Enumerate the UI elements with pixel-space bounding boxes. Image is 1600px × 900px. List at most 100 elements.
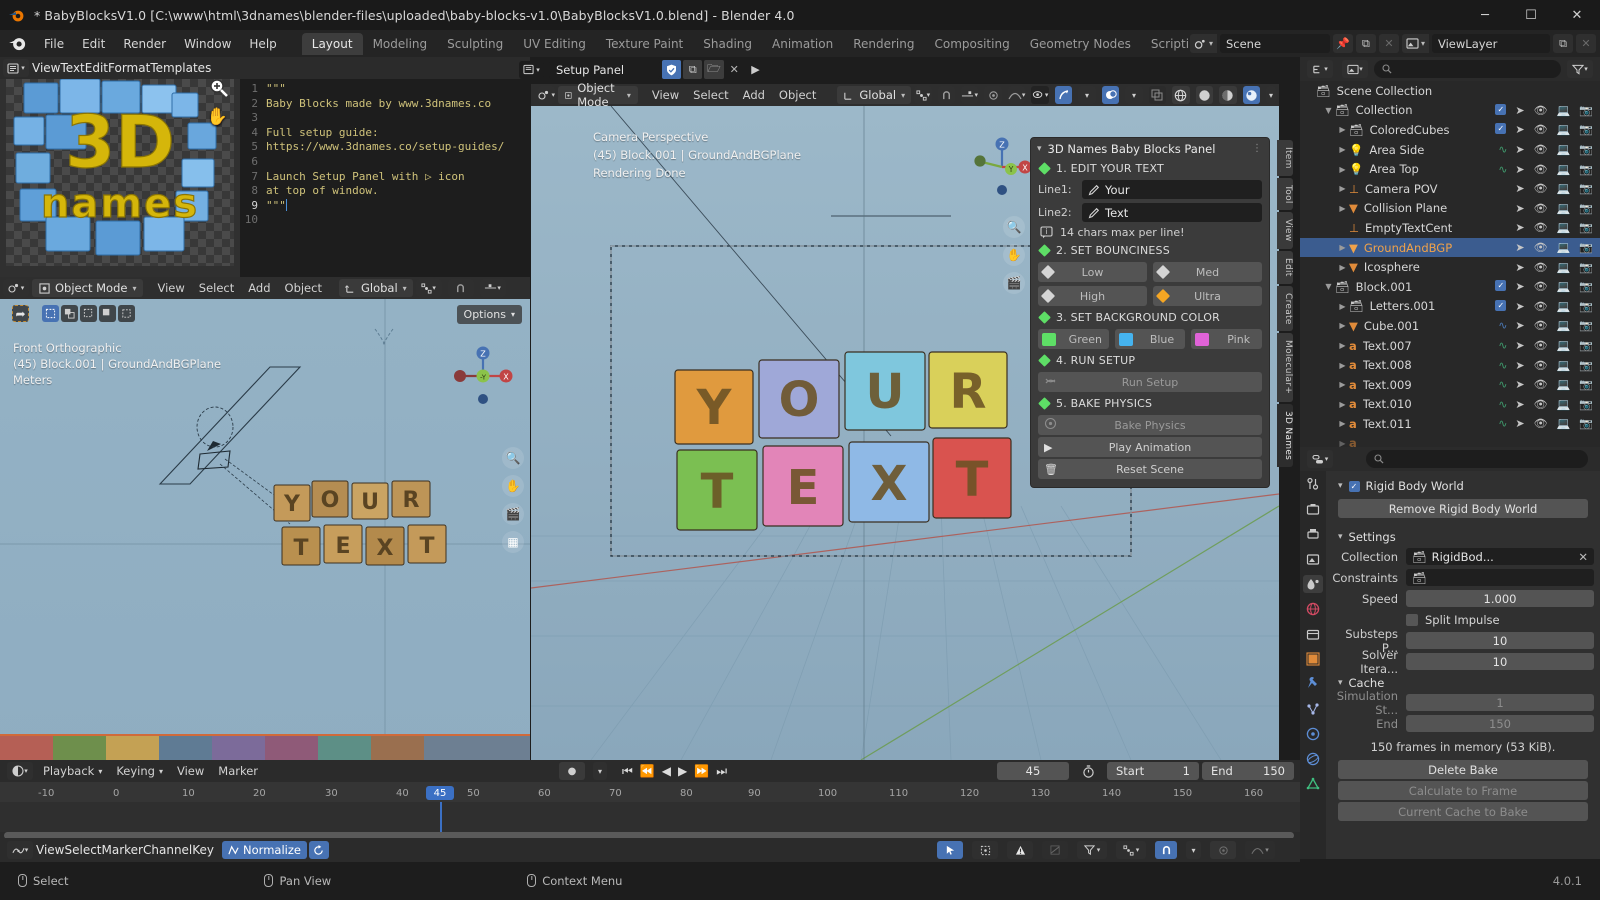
outliner-row-partial[interactable]: ▶ a bbox=[1300, 434, 1600, 447]
outliner-row-area-side[interactable]: ▶ 💡 Area Side ∿ ➤ 👁 💻 📷 bbox=[1300, 140, 1600, 160]
line1-input[interactable]: Your bbox=[1082, 180, 1262, 199]
npanel-tab-molecular[interactable]: Molecular+ bbox=[1277, 333, 1293, 402]
viewport-left-menu-select[interactable]: Select bbox=[192, 279, 241, 297]
workspace-tab-compositing[interactable]: Compositing bbox=[924, 33, 1019, 55]
solid-shading-icon[interactable] bbox=[1195, 86, 1214, 104]
prev-keyframe-icon[interactable]: ⏪ bbox=[640, 764, 655, 778]
outliner-row-icosphere[interactable]: ▶ ▼ Icosphere ➤ 👁 💻 📷 bbox=[1300, 257, 1600, 277]
camera-render-icon[interactable]: 📷 bbox=[1579, 359, 1593, 372]
bounciness-low-button[interactable]: Low bbox=[1038, 262, 1147, 282]
restrict-select-icon[interactable]: ➤ bbox=[1515, 319, 1524, 332]
dopesheet-menu-marker[interactable]: Marker bbox=[102, 843, 143, 857]
text-menu-view[interactable]: View bbox=[32, 61, 60, 75]
panel-drag-handle[interactable]: ⋮ bbox=[1252, 143, 1263, 154]
play-icon[interactable]: ▶ bbox=[678, 764, 687, 778]
workspace-tab-modeling[interactable]: Modeling bbox=[363, 33, 438, 55]
outliner-row-text009[interactable]: ▶ a Text.009 ∿ ➤ 👁 💻 📷 bbox=[1300, 375, 1600, 395]
pin-scene-icon[interactable]: 📌 bbox=[1332, 34, 1353, 53]
current-frame-field[interactable]: 45 bbox=[997, 762, 1069, 780]
blender-menu-icon[interactable] bbox=[8, 33, 30, 55]
outliner-row-area-top[interactable]: ▶ 💡 Area Top ∿ ➤ 👁 💻 📷 bbox=[1300, 159, 1600, 179]
restrict-select-icon[interactable]: ➤ bbox=[1515, 241, 1524, 254]
visibility-icon[interactable]: ▾ bbox=[1031, 86, 1049, 104]
timeline-editor-type-icon[interactable]: ▾ bbox=[7, 762, 33, 780]
settings-section-header[interactable]: ▾ Settings bbox=[1332, 526, 1594, 546]
disclosure-triangle-icon[interactable]: ▶ bbox=[1336, 145, 1349, 154]
shield-icon[interactable] bbox=[661, 60, 682, 79]
camera-render-icon[interactable]: 📷 bbox=[1579, 221, 1593, 234]
viewport-left-mode[interactable]: Object Mode bbox=[55, 281, 127, 295]
delete-bake-button[interactable]: Delete Bake bbox=[1338, 760, 1588, 779]
outliner-row-text011[interactable]: ▶ a Text.011 ∿ ➤ 👁 💻 📷 bbox=[1300, 414, 1600, 434]
monitor-icon[interactable]: 💻 bbox=[1557, 123, 1571, 136]
menu-window[interactable]: Window bbox=[175, 34, 240, 54]
checkbox-icon[interactable]: ✓ bbox=[1495, 103, 1507, 115]
camera-render-icon[interactable]: 📷 bbox=[1579, 339, 1593, 352]
timeline-menu-view[interactable]: View bbox=[170, 762, 211, 780]
text-datablock-browse-icon[interactable]: ▾ bbox=[519, 60, 544, 79]
eye-icon[interactable]: 👁 bbox=[1534, 104, 1548, 117]
calculate-to-frame-button[interactable]: Calculate to Frame bbox=[1338, 781, 1588, 800]
camera-view-icon[interactable]: 🎬 bbox=[502, 503, 524, 525]
bgcolor-green-button[interactable]: Green bbox=[1038, 329, 1109, 349]
show-errors-icon[interactable] bbox=[1007, 841, 1033, 859]
pivot-point-icon[interactable]: ▾ bbox=[415, 279, 442, 297]
eye-icon[interactable]: 👁 bbox=[1534, 261, 1548, 274]
camera-render-icon[interactable]: 📷 bbox=[1579, 123, 1593, 136]
checkbox-icon[interactable]: ✓ bbox=[1495, 299, 1507, 311]
camera-render-icon[interactable]: 📷 bbox=[1579, 104, 1593, 117]
outliner-row-text010[interactable]: ▶ a Text.010 ∿ ➤ 👁 💻 📷 bbox=[1300, 395, 1600, 415]
dopesheet-editor-type-icon[interactable]: ▾ bbox=[7, 841, 33, 859]
viewport-left-menu-object[interactable]: Object bbox=[278, 279, 329, 297]
disclosure-triangle-icon[interactable]: ▶ bbox=[1336, 184, 1349, 193]
eye-icon[interactable]: 👁 bbox=[1534, 182, 1548, 195]
restrict-select-icon[interactable]: ➤ bbox=[1515, 182, 1524, 195]
monitor-icon[interactable]: 💻 bbox=[1557, 182, 1571, 195]
npanel-tab-item[interactable]: Item bbox=[1277, 140, 1293, 176]
run-setup-button[interactable]: Run Setup bbox=[1038, 372, 1262, 392]
eye-icon[interactable]: 👁 bbox=[1534, 378, 1548, 391]
falloff-curve-icon[interactable]: ▾ bbox=[1007, 86, 1026, 104]
object-properties-tab-icon[interactable] bbox=[1303, 650, 1323, 668]
bgcolor-blue-button[interactable]: Blue bbox=[1114, 329, 1186, 349]
delete-viewlayer-button[interactable]: ✕ bbox=[1576, 34, 1596, 53]
dopesheet-menu-select[interactable]: Select bbox=[64, 843, 101, 857]
viewport-main-orientation[interactable]: Global bbox=[859, 88, 896, 102]
dopesheet-menu-channel[interactable]: Channel bbox=[143, 843, 192, 857]
output-properties-tab-icon[interactable] bbox=[1303, 525, 1323, 543]
folder-icon[interactable]: 🗁 bbox=[704, 60, 724, 79]
properties-editor-type-icon[interactable]: ▾ bbox=[1307, 450, 1333, 468]
workspace-tab-sculpting[interactable]: Sculpting bbox=[437, 33, 513, 55]
timeline-menu-playback[interactable]: Playback ▾ bbox=[36, 762, 109, 780]
eye-icon[interactable]: 👁 bbox=[1534, 221, 1548, 234]
jump-to-start-icon[interactable]: ⏮ bbox=[622, 764, 633, 779]
outliner-editor-type-icon[interactable]: ▾ bbox=[1307, 60, 1333, 78]
restrict-select-icon[interactable]: ➤ bbox=[1515, 221, 1524, 234]
new-scene-button[interactable]: ⧉ bbox=[1355, 34, 1376, 53]
restrict-select-icon[interactable]: ➤ bbox=[1515, 398, 1524, 411]
disclosure-triangle-icon[interactable]: ▶ bbox=[1336, 165, 1349, 174]
camera-render-icon[interactable]: 📷 bbox=[1579, 398, 1593, 411]
monitor-icon[interactable]: 💻 bbox=[1557, 280, 1571, 293]
eye-icon[interactable]: 👁 bbox=[1534, 339, 1548, 352]
outliner-row-groundandbgplane[interactable]: ▶ ▼ GroundAndBGP ➤ 👁 💻 📷 bbox=[1300, 237, 1600, 258]
restrict-select-icon[interactable]: ➤ bbox=[1515, 261, 1524, 274]
viewlayer-browse-icon[interactable]: ▾ bbox=[1401, 34, 1429, 53]
bounciness-med-button[interactable]: Med bbox=[1153, 262, 1262, 282]
workspace-tab-animation[interactable]: Animation bbox=[762, 33, 843, 55]
snap-dropdown-icon[interactable]: ▾ bbox=[1186, 841, 1201, 859]
physics-properties-tab-icon[interactable] bbox=[1303, 725, 1323, 743]
outliner-row-scene-collection[interactable]: 🗃 Scene Collection bbox=[1300, 81, 1600, 101]
run-script-icon[interactable]: ▶ bbox=[745, 60, 766, 79]
eye-icon[interactable]: 👁 bbox=[1534, 417, 1548, 430]
record-dropdown-icon[interactable]: ▾ bbox=[593, 762, 607, 780]
workspace-tab-texture-paint[interactable]: Texture Paint bbox=[596, 33, 693, 55]
timeline-ruler[interactable]: -10 0 10 20 30 40 50 60 70 80 90 100 110… bbox=[0, 782, 1300, 802]
workspace-tab-rendering[interactable]: Rendering bbox=[843, 33, 924, 55]
dopesheet-menu-view[interactable]: View bbox=[36, 843, 64, 857]
playhead-frame-label[interactable]: 45 bbox=[426, 786, 454, 800]
restrict-select-icon[interactable]: ➤ bbox=[1515, 163, 1524, 176]
close-button[interactable]: ✕ bbox=[1554, 0, 1600, 30]
eye-icon[interactable]: 👁 bbox=[1534, 300, 1548, 313]
eye-icon[interactable]: 👁 bbox=[1534, 123, 1548, 136]
